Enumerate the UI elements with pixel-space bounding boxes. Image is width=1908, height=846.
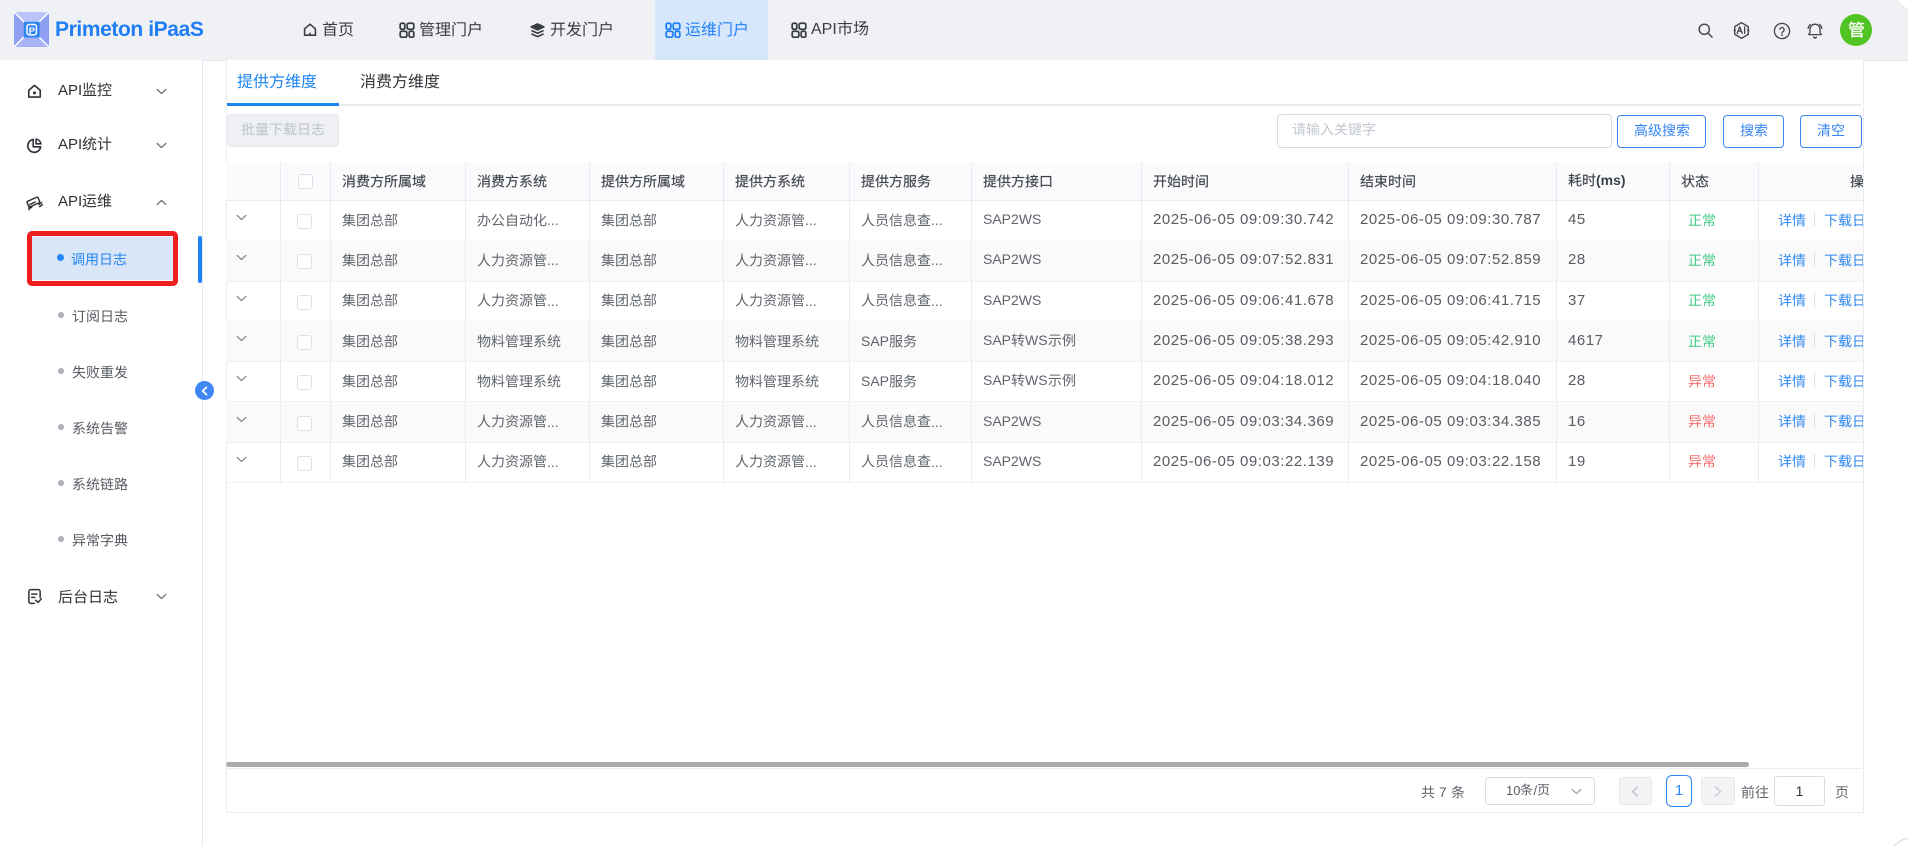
svg-text:P: P bbox=[29, 26, 35, 36]
